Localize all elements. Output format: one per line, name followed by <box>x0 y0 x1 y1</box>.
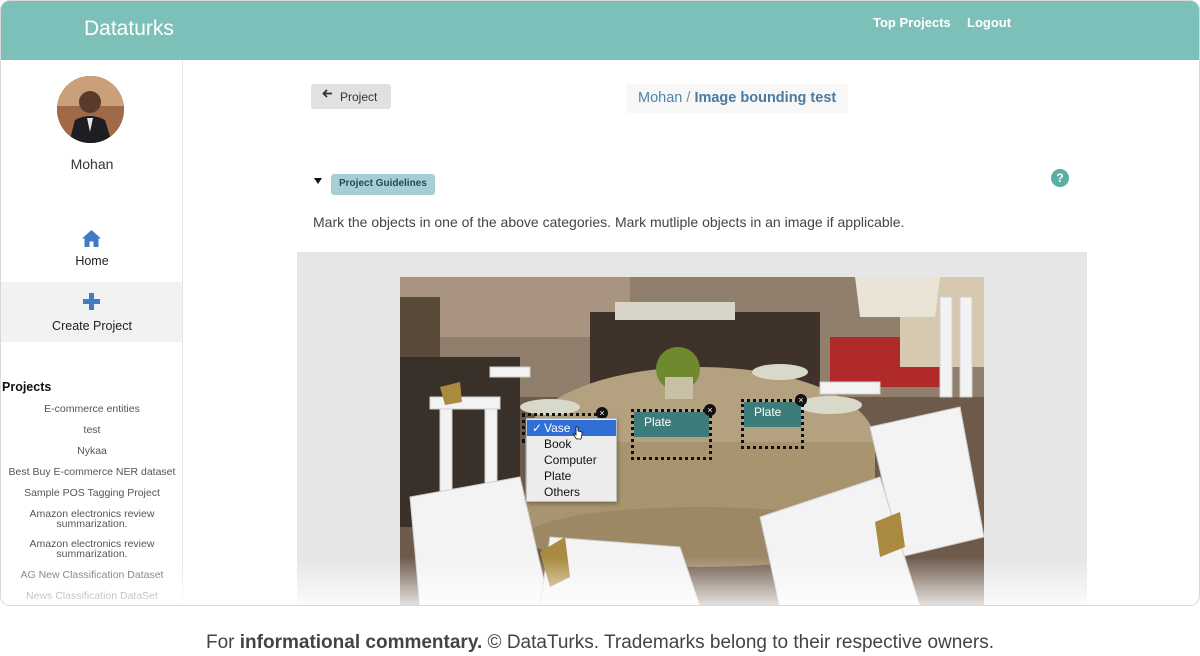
bounding-box-plate[interactable]: Plate <box>741 399 804 449</box>
sidebar-item-label: Home <box>75 254 109 268</box>
avatar-photo <box>57 76 124 143</box>
caption-bold: informational commentary. <box>239 632 483 653</box>
caption-suffix: © DataTurks. Trademarks belong to their … <box>482 632 994 653</box>
close-icon[interactable]: × <box>704 404 716 416</box>
label-option-text: Vase <box>544 421 571 435</box>
breadcrumb-user[interactable]: Mohan <box>638 90 682 106</box>
guidelines-text: Mark the objects in one of the above cat… <box>313 214 905 230</box>
logout-link[interactable]: Logout <box>967 15 1011 30</box>
sidebar-item-home[interactable]: Home <box>1 220 182 278</box>
bounding-box-label[interactable]: Plate <box>634 412 709 437</box>
footer-caption: For informational commentary. © DataTurk… <box>0 632 1200 654</box>
project-item[interactable]: Best Buy E-commerce NER dataset <box>1 467 182 478</box>
label-option-plate[interactable]: Plate <box>527 468 616 484</box>
app-window: Dataturks Top Projects Logout Mohan Home <box>0 0 1200 606</box>
label-option-computer[interactable]: Computer <box>527 452 616 468</box>
project-item[interactable]: AG New Classification Dataset <box>1 570 182 581</box>
project-item[interactable]: News Classification DataSet <box>1 591 182 602</box>
project-item[interactable]: test <box>1 425 182 436</box>
project-item[interactable]: Sample POS Tagging Project <box>1 488 182 499</box>
breadcrumb-separator: / <box>686 90 691 106</box>
home-icon <box>82 230 101 247</box>
label-option-others[interactable]: Others <box>527 484 616 500</box>
arrow-left-icon <box>322 88 333 102</box>
checkmark-icon: ✓ <box>532 421 543 435</box>
bounding-box-plate[interactable]: Plate <box>631 409 712 460</box>
caret-down-icon[interactable] <box>314 178 322 184</box>
project-item[interactable]: Nykaa <box>1 446 182 457</box>
project-guidelines-toggle[interactable]: Project Guidelines <box>331 174 435 195</box>
project-item[interactable]: E-commerce entities <box>1 404 182 415</box>
breadcrumb-project: Image bounding test <box>694 90 837 106</box>
top-projects-link[interactable]: Top Projects <box>873 15 951 30</box>
breadcrumb: Mohan / Image bounding test <box>626 84 849 113</box>
brand-logo[interactable]: Dataturks <box>84 17 174 41</box>
avatar <box>57 76 124 143</box>
sidebar: Mohan Home Create Project Projects E-com… <box>1 60 183 605</box>
user-name: Mohan <box>70 156 114 172</box>
label-option-book[interactable]: Book <box>527 436 616 452</box>
caption-prefix: For <box>206 632 240 653</box>
back-to-project-button[interactable]: Project <box>311 84 391 109</box>
question-circle-icon[interactable]: ? <box>1051 169 1069 187</box>
projects-heading: Projects <box>2 380 52 394</box>
mouse-cursor-icon <box>573 426 583 440</box>
plus-icon <box>83 293 100 310</box>
project-item[interactable]: Amazon electronics review summarization. <box>1 509 182 530</box>
top-navbar: Dataturks Top Projects Logout <box>1 1 1199 60</box>
label-dropdown[interactable]: ✓ Vase Book Computer Plate Others <box>526 418 617 502</box>
label-option-vase[interactable]: ✓ Vase <box>527 420 616 436</box>
project-list: E-commerce entities test Nykaa Best Buy … <box>1 404 182 605</box>
back-button-label: Project <box>340 90 378 104</box>
sidebar-item-label: Create Project <box>52 319 132 333</box>
bounding-box-label[interactable]: Plate <box>744 402 801 427</box>
sidebar-item-create-project[interactable]: Create Project <box>1 282 182 342</box>
project-item[interactable]: Amazon electronics review summarization. <box>1 539 182 560</box>
close-icon[interactable]: × <box>795 394 807 406</box>
